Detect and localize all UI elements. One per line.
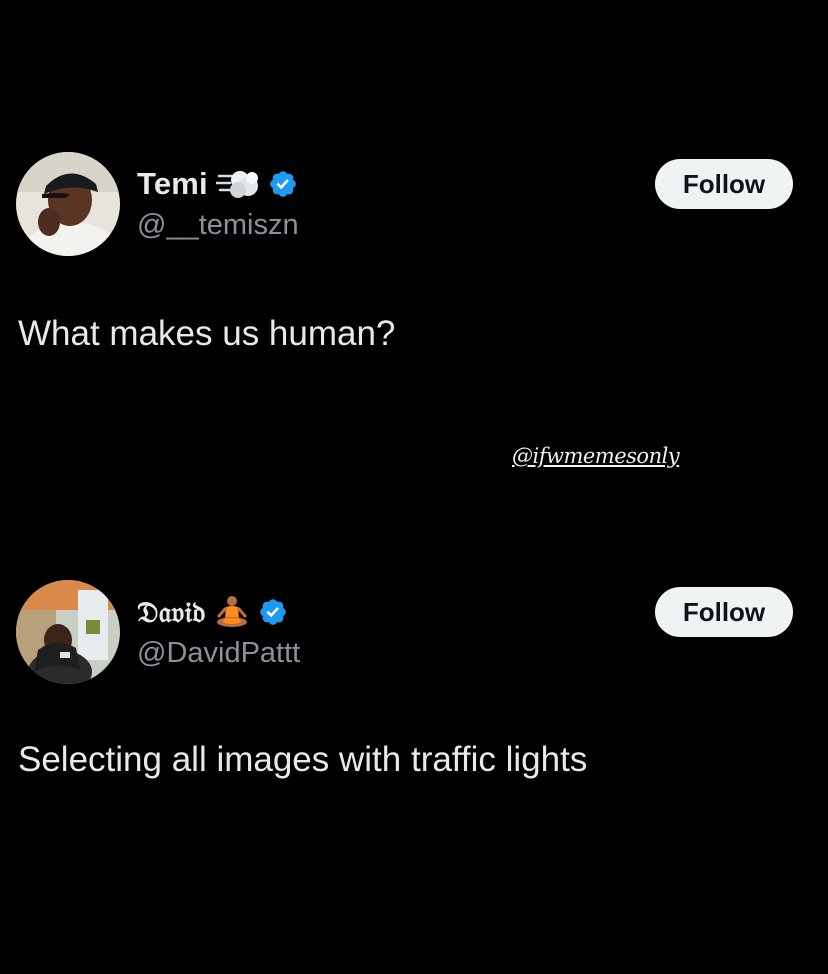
handle[interactable]: @__temiszn [137, 209, 299, 242]
display-name[interactable]: 𝔇𝔞𝔳𝔦𝔡 [137, 595, 206, 630]
tweet-text: Selecting all images with traffic lights [18, 740, 588, 779]
verified-badge-icon [258, 597, 288, 627]
follow-button[interactable]: Follow [655, 587, 793, 637]
avatar-temi[interactable] [16, 152, 120, 256]
follow-button[interactable]: Follow [655, 159, 793, 209]
handle[interactable]: @DavidPattt [137, 637, 300, 670]
avatar-temi-image [16, 152, 120, 256]
watermark: @ifwmemesonly [512, 444, 680, 468]
dashing-away-icon [215, 166, 260, 202]
avatar-david[interactable] [16, 580, 120, 684]
name-row-temi: Temi [137, 164, 298, 204]
name-row-david: 𝔇𝔞𝔳𝔦𝔡 [137, 592, 288, 632]
tweet-text: What makes us human? [18, 314, 396, 353]
display-name[interactable]: Temi [137, 166, 208, 202]
verified-badge-icon [268, 169, 298, 199]
avatar-david-image [16, 580, 120, 684]
person-in-lotus-position-icon [214, 594, 250, 630]
